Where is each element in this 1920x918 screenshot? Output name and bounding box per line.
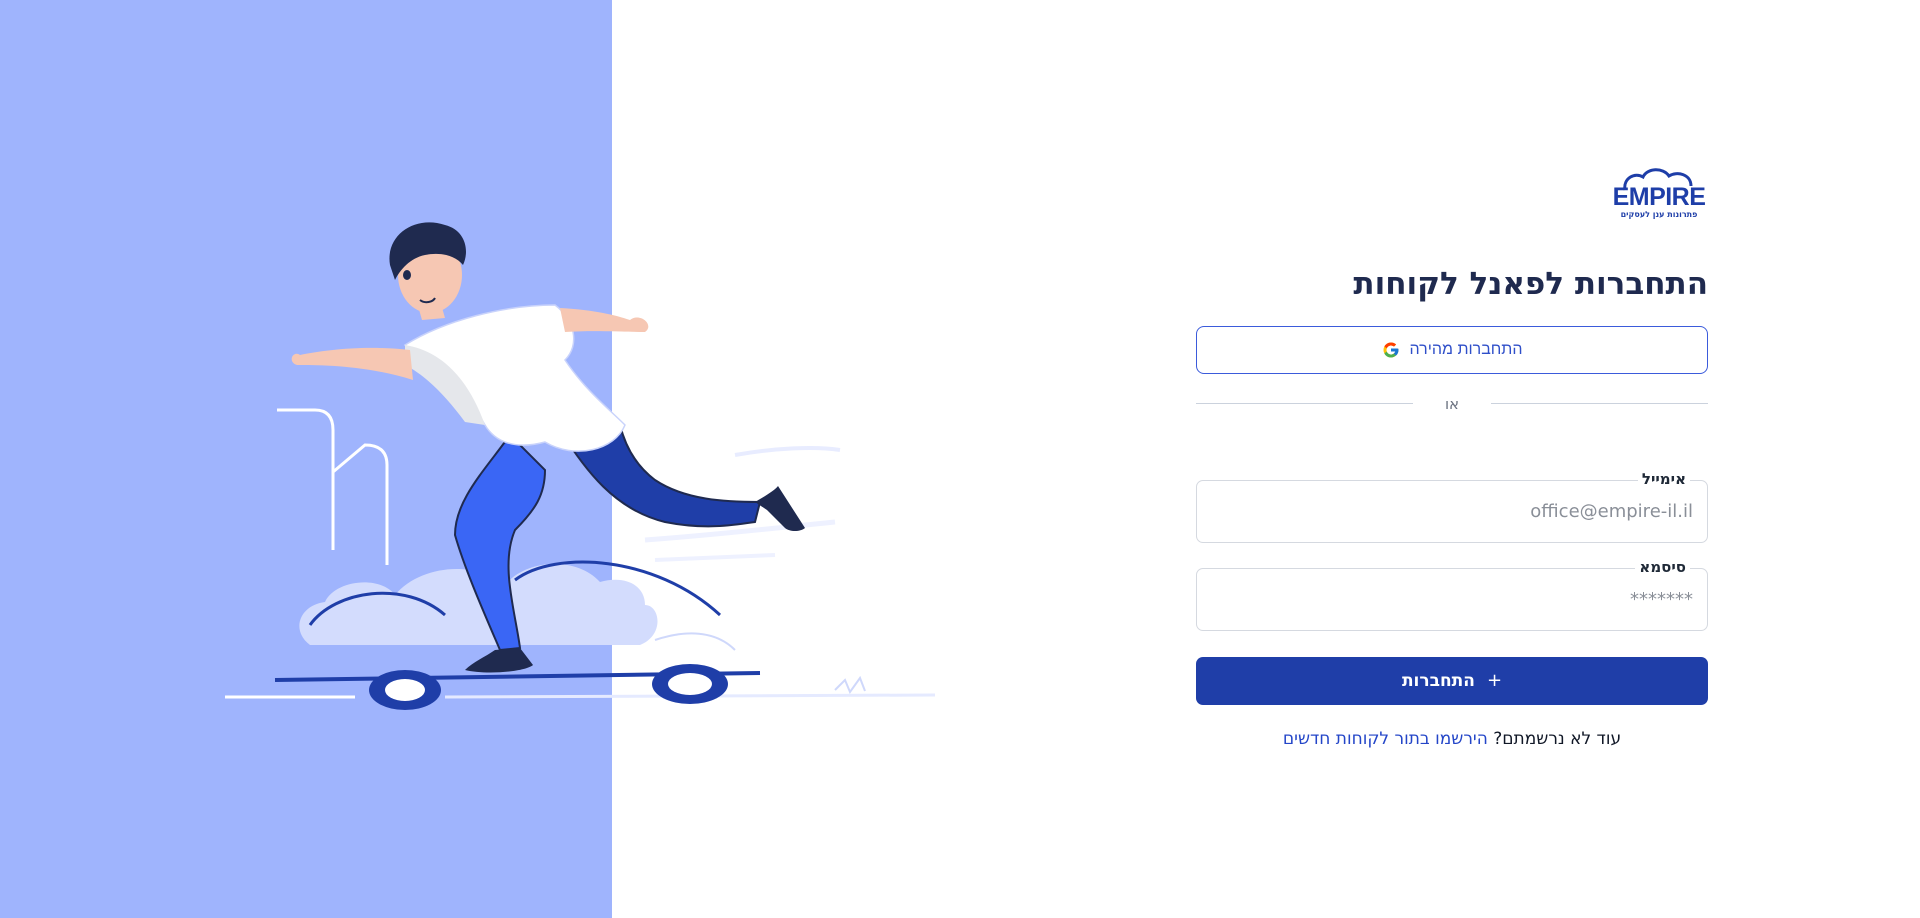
password-field[interactable] [1196,568,1708,631]
google-login-button[interactable]: התחברות מהירה [1196,326,1708,374]
google-icon [1383,342,1398,358]
or-divider: או [1196,393,1708,415]
password-field-group: סיסמא [1196,558,1708,631]
google-login-label: התחברות מהירה [1409,341,1523,358]
email-field-group: אימייל [1196,470,1708,543]
password-label: סיסמא [1635,558,1690,576]
page-title: התחברות לפאנל לקוחות [1353,266,1708,302]
plus-icon: + [1486,670,1503,691]
signup-link[interactable]: הירשמו בתור לקוחות חדשים [1283,729,1488,749]
signup-prompt: עוד לא נרשמתם? [1493,729,1622,749]
email-field[interactable] [1196,480,1708,543]
email-label: אימייל [1637,470,1690,488]
divider-line-right [1491,403,1708,404]
skateboarder-illustration [225,222,935,710]
logo-tagline: פתרונות ענן לעסקים [1620,210,1698,219]
divider-text: או [1444,395,1460,413]
login-submit-button[interactable]: + התחברות [1196,657,1708,705]
empire-logo: EMPIRE פתרונות ענן לעסקים [1611,168,1707,224]
logo-wordmark: EMPIRE [1612,183,1706,211]
signup-row: עוד לא נרשמתם? הירשמו בתור לקוחות חדשים [1196,728,1708,750]
divider-line-left [1196,403,1413,404]
login-submit-label: התחברות [1401,671,1475,691]
